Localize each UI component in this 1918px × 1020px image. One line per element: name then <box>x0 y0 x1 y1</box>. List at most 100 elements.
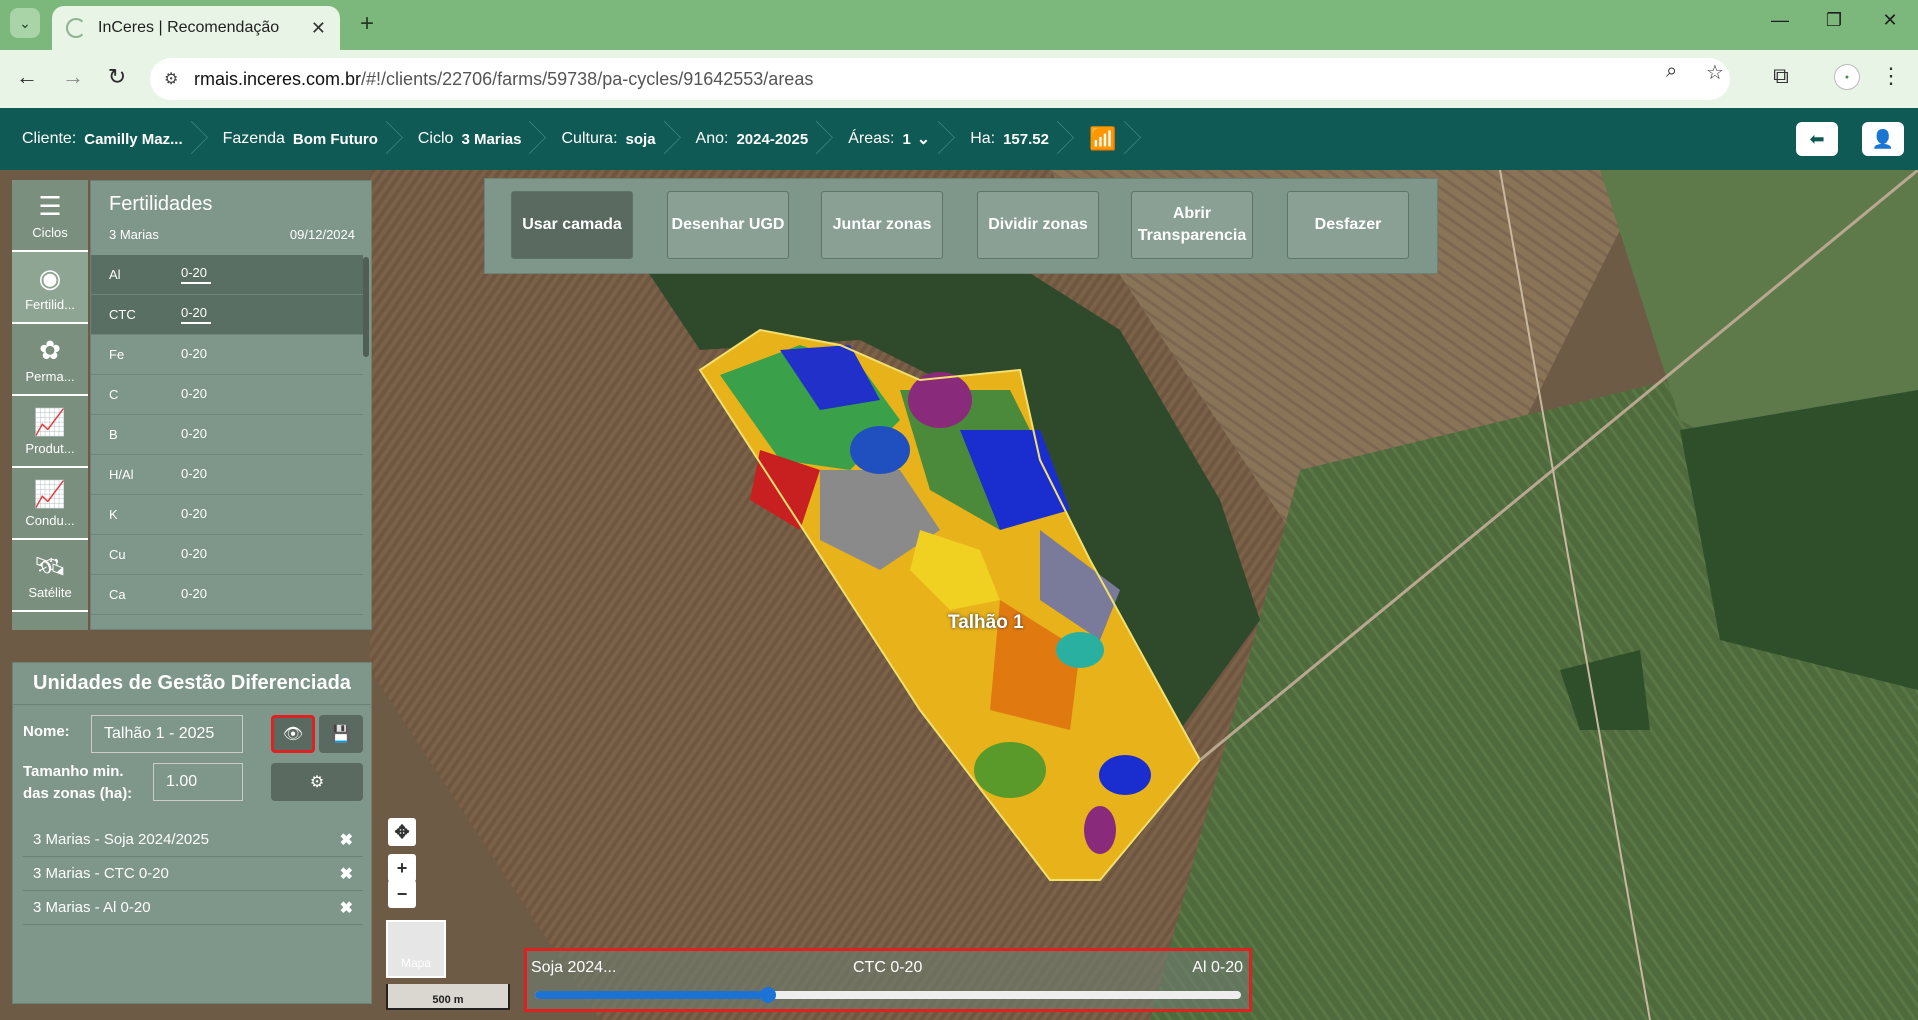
crumb-ano-label: Ano: <box>695 130 729 147</box>
arrow-left-icon: ⬅ <box>1809 128 1825 149</box>
save-button[interactable]: 💾 <box>319 715 363 753</box>
zoom-icon[interactable]: ⌕ <box>1666 60 1677 83</box>
close-icon[interactable]: ✕ <box>311 18 326 39</box>
tool-condutividade[interactable]: 📈 Condu... <box>12 468 88 540</box>
app-header: Cliente: Camilly Maz... Fazenda Bom Futuro… <box>0 108 1918 170</box>
crumb-areas-value: 1 <box>902 130 911 148</box>
slider-mid-label: CTC 0-20 <box>853 959 923 976</box>
remove-icon[interactable]: ✖ <box>340 898 353 918</box>
zoom-in-button[interactable]: + <box>388 854 416 882</box>
crumb-ha-label: Ha: <box>970 130 996 147</box>
trend-chart-icon: 📈 <box>33 478 67 509</box>
nome-input[interactable] <box>91 715 243 753</box>
list-item[interactable]: Cu 0-20 <box>91 535 363 575</box>
plant-icon: ✿ <box>39 334 61 365</box>
bookmark-star-icon[interactable]: ☆ <box>1706 60 1724 85</box>
user-button[interactable]: 👤 <box>1862 122 1904 156</box>
back-arrow-button[interactable]: ⬅ <box>1796 122 1838 156</box>
browser-tab[interactable]: InCeres | Recomendação ✕ <box>52 6 340 50</box>
tamanho-label-2: das zonas (ha): <box>23 785 133 802</box>
base-layer-toggle[interactable]: Mapa <box>386 920 446 978</box>
item-key: Ca <box>109 587 126 602</box>
ugd-panel: Unidades de Gestão Diferenciada Nome: 👁 … <box>12 662 372 1004</box>
item-depth: 0-20 <box>181 386 208 401</box>
crumb-cultura-label: Cultura: <box>561 130 618 147</box>
panel-subtitle: 3 Marias <box>109 227 159 242</box>
tool-fertilidades[interactable]: ◉ Fertilid... <box>12 252 88 324</box>
dividir-zonas-button[interactable]: Dividir zonas <box>977 191 1099 259</box>
crumb-areas[interactable]: Áreas: 1 ⌄ <box>826 108 948 170</box>
crumb-connection: 📶 <box>1067 108 1134 170</box>
crumb-fazenda-value: Bom Futuro <box>292 130 378 148</box>
desenhar-ugd-button[interactable]: Desenhar UGD <box>667 191 789 259</box>
wifi-icon: 📶 <box>1088 126 1117 151</box>
layer-item[interactable]: 3 Marias - Soja 2024/2025 ✖ <box>23 823 363 857</box>
tool-sidebar: ☰ Ciclos ◉ Fertilid... ✿ Perma... 📈 Produt..… <box>12 180 88 630</box>
zoom-out-button[interactable]: − <box>388 880 416 908</box>
address-bar[interactable]: ⚙ rmais.inceres.com.br/#!/clients/22706/… <box>150 58 1730 100</box>
slider-handle[interactable] <box>759 987 776 1003</box>
juntar-zonas-button[interactable]: Juntar zonas <box>821 191 943 259</box>
loading-favicon-icon <box>66 18 86 38</box>
layer-name: 3 Marias - Al 0-20 <box>33 899 151 916</box>
list-item[interactable]: Ca 0-20 <box>91 575 363 615</box>
list-item[interactable]: K 0-20 <box>91 495 363 535</box>
list-scrollbar[interactable] <box>363 257 369 357</box>
restore-icon[interactable]: ❐ <box>1814 10 1854 31</box>
pan-button[interactable]: ✥ <box>388 818 416 846</box>
abrir-transparencia-button[interactable]: Abrir Transparencia <box>1131 191 1253 259</box>
remove-icon[interactable]: ✖ <box>340 830 353 850</box>
new-tab-button[interactable]: + <box>352 10 382 38</box>
profile-avatar[interactable]: ● <box>1834 64 1860 90</box>
crumb-fazenda[interactable]: Fazenda Bom Futuro <box>201 108 396 170</box>
settings-button[interactable]: ⚙ <box>271 763 363 801</box>
layer-item[interactable]: 3 Marias - Al 0-20 ✖ <box>23 891 363 925</box>
slider-right-label: Al 0-20 <box>1192 959 1243 976</box>
browser-tabstrip: ⌄ InCeres | Recomendação ✕ + — ❐ ✕ <box>0 0 1918 50</box>
usar-camada-button[interactable]: Usar camada <box>511 191 633 259</box>
slider-track[interactable] <box>535 987 1241 1003</box>
tool-condutividade-label: Condu... <box>25 512 75 528</box>
tool-permanencia[interactable]: ✿ Perma... <box>12 324 88 396</box>
close-window-icon[interactable]: ✕ <box>1870 10 1910 31</box>
item-depth: 0-20 <box>181 466 208 481</box>
forward-icon[interactable]: → <box>58 64 88 90</box>
tool-ciclos[interactable]: ☰ Ciclos <box>12 180 88 252</box>
item-depth: 0-20 <box>181 305 212 324</box>
list-item[interactable]: Fe 0-20 <box>91 335 363 375</box>
layer-name: 3 Marias - CTC 0-20 <box>33 865 169 882</box>
desfazer-button[interactable]: Desfazer <box>1287 191 1409 259</box>
remove-icon[interactable]: ✖ <box>340 864 353 884</box>
site-info-icon[interactable]: ⚙ <box>164 69 178 89</box>
chevron-down-icon[interactable]: ⌄ <box>917 129 930 149</box>
item-key: K <box>109 507 118 522</box>
item-depth: 0-20 <box>181 586 208 601</box>
browser-navbar: ← → ↻ ⚙ rmais.inceres.com.br/#!/clients/… <box>0 50 1918 108</box>
tool-satelite[interactable]: 🛰 Satélite <box>12 540 88 612</box>
list-item[interactable]: CTC 0-20 <box>91 295 363 335</box>
more-menu-icon[interactable]: ⋮ <box>1876 63 1906 89</box>
list-item[interactable]: C 0-20 <box>91 375 363 415</box>
tamanho-input[interactable] <box>153 763 243 801</box>
minimize-icon[interactable]: — <box>1760 10 1800 31</box>
crumb-ano[interactable]: Ano: 2024-2025 <box>674 108 827 170</box>
view-zones-button[interactable]: 👁 <box>271 715 315 753</box>
list-item[interactable]: H/Al 0-20 <box>91 455 363 495</box>
tool-produtividade[interactable]: 📈 Produt... <box>12 396 88 468</box>
reload-icon[interactable]: ↻ <box>102 64 132 90</box>
list-item[interactable]: Al 0-20 <box>91 255 363 295</box>
back-icon[interactable]: ← <box>12 64 42 90</box>
extensions-icon[interactable]: ⧉ <box>1766 63 1796 89</box>
user-icon: 👤 <box>1871 128 1895 149</box>
layer-item[interactable]: 3 Marias - CTC 0-20 ✖ <box>23 857 363 891</box>
layer-slider: Soja 2024... CTC 0-20 Al 0-20 <box>524 948 1252 1012</box>
crumb-ha: Ha: 157.52 <box>948 108 1067 170</box>
crumb-cultura-value: soja <box>625 130 656 148</box>
crumb-ciclo[interactable]: Ciclo 3 Marias <box>396 108 540 170</box>
item-key: H/Al <box>109 467 134 482</box>
crumb-cliente[interactable]: Cliente: Camilly Maz... <box>0 108 201 170</box>
item-depth: 0-20 <box>181 506 208 521</box>
tab-search-button[interactable]: ⌄ <box>10 8 40 38</box>
list-item[interactable]: B 0-20 <box>91 415 363 455</box>
crumb-cultura[interactable]: Cultura: soja <box>539 108 673 170</box>
